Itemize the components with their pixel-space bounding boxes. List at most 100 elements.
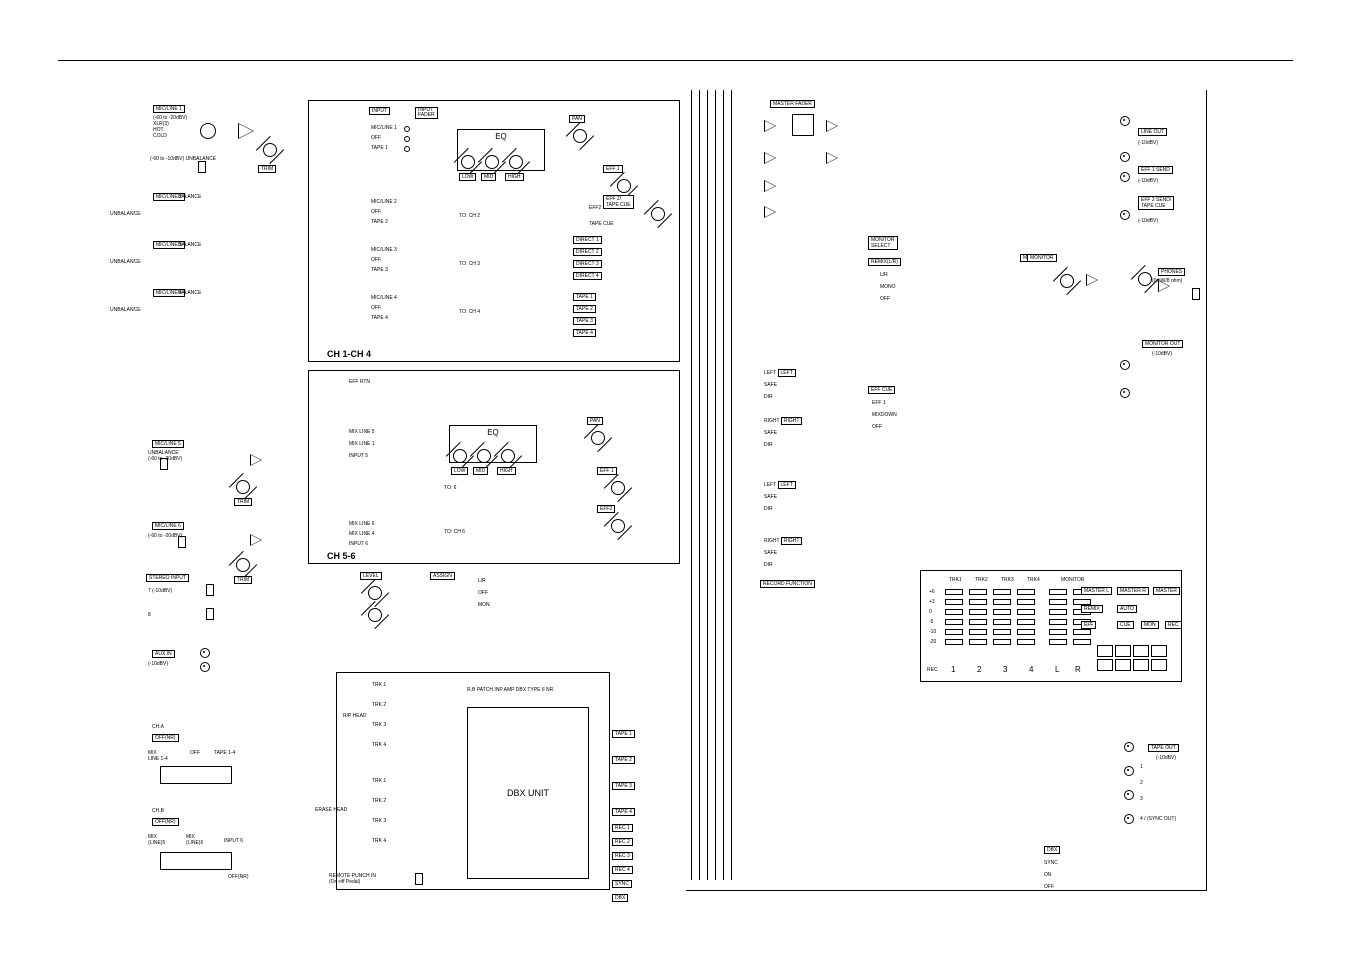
aoff: OFF (478, 590, 488, 596)
eff1-56: EFF 1 (597, 467, 617, 475)
otape2: TAPE 2 (612, 756, 635, 764)
page-rule (58, 60, 1293, 61)
eff1sendlvl: (-10dBV) (1138, 178, 1158, 184)
t4: TAPE 4 (573, 329, 596, 337)
dbxamp: R.B PATCH INP AMP DBX TYPE II NR (467, 687, 553, 693)
rf-t2s: SAFE (764, 430, 777, 436)
auxl (200, 648, 210, 658)
pan: PAN (569, 115, 585, 123)
rf-t1l: LEFT LEFT (764, 370, 796, 376)
sel-tp3: TAPE 3 (371, 267, 388, 273)
mbtn1: MASTER R (1117, 587, 1149, 595)
in5: INPUT 5 (349, 453, 368, 459)
monitorlbl: MONITOR (1027, 254, 1057, 262)
bal-3: BALANCE (178, 242, 201, 248)
out-amp-L (826, 120, 838, 132)
ml5j (160, 458, 168, 470)
eq-mid: MID (481, 173, 496, 181)
tapecue-sel-cue: TAPE CUE (589, 221, 614, 227)
lineoutL (1120, 116, 1130, 126)
input-sel: INPUT (369, 107, 390, 115)
rphead: R/P HEAD (343, 713, 367, 719)
effcue: EFF CUE (868, 386, 895, 394)
eq56l (453, 449, 467, 463)
remix: REMIX(L/R) (868, 258, 901, 266)
pan-knob (573, 129, 587, 143)
offnra: OFF(NR) (152, 734, 179, 742)
rf-t4d: DIR (764, 562, 773, 568)
ch56-title: CH 5-6 (327, 551, 356, 561)
to2 (1124, 766, 1134, 776)
lineoutlbl: LINE OUT (1138, 128, 1167, 136)
out-amp-R (826, 152, 838, 164)
orec1: REC 1 (612, 824, 633, 832)
lvlk2 (368, 608, 382, 622)
eq-low: LOW (459, 173, 476, 181)
trim5l: TRIM (234, 498, 252, 506)
rf-t3l: LEFT LEFT (764, 482, 796, 488)
unbal-4: UNBALANCE (110, 307, 141, 313)
trim6 (236, 558, 250, 572)
n1: 1 (951, 665, 955, 674)
r5: -20 (929, 639, 936, 645)
sel-tp2: TAPE 2 (371, 219, 388, 225)
offnrb: OFF(NR) (152, 818, 179, 826)
s7: (-10dBV) (152, 588, 172, 594)
mixdown: MIXDOWN (872, 412, 897, 418)
in6l: INPUT 6 (349, 541, 368, 547)
chb: CH.B (152, 808, 164, 814)
monoff: OFF (880, 296, 890, 302)
mh3: TRK3 (1001, 577, 1014, 583)
trim-1: TRIM (258, 165, 276, 173)
eff1j (1120, 172, 1130, 182)
auxin: AUX IN (152, 650, 175, 658)
schematic-root: MIC/LINE 1 (-60 to -20dBV) XLR(3) HOT CO… (0, 0, 1351, 954)
d1: DIRECT 1 (573, 236, 602, 244)
ton2: 2 (1140, 780, 1143, 786)
chasw (160, 766, 232, 784)
ton1: 1 (1140, 764, 1143, 770)
t2: TAPE 2 (573, 305, 596, 313)
mh1: TRK1 (949, 577, 962, 583)
offnrc: OFF(NR) (228, 874, 249, 880)
mfblock (792, 114, 814, 136)
r4: -10 (929, 629, 936, 635)
effrtn: EFF RTN (349, 379, 370, 385)
monoutR (1120, 388, 1130, 398)
sel-ml4: MIC/LINE 4 (371, 295, 397, 301)
sel-ml2: MIC/LINE 2 (371, 199, 397, 205)
sw-a (404, 126, 410, 132)
lineoutR (1120, 152, 1130, 162)
eq56h (501, 449, 515, 463)
sw-c (404, 146, 410, 152)
ml5lbl: MIC/LINE 5 (152, 440, 184, 448)
mix14: MIX LINE 1-4 (148, 750, 168, 762)
monamp1 (1086, 274, 1098, 286)
r0: +6 (929, 589, 935, 595)
mbtn3: EFF (1081, 621, 1096, 629)
fader-sel: INPUT FADER (415, 107, 438, 119)
s8j (206, 608, 214, 620)
sel-off4: OFF (371, 305, 381, 311)
phoneslbl: PHONES (1158, 268, 1185, 276)
tapecue-sel-eff2: EFF2 (589, 205, 601, 211)
mbtn4: CUE (1117, 621, 1134, 629)
tapeoutline: TAPE OUT (1148, 744, 1179, 752)
monk2 (1138, 272, 1152, 286)
jack-1b (198, 161, 206, 173)
r1: +3 (929, 599, 935, 605)
orec4: REC 4 (612, 866, 633, 874)
eff2sendl: EFF 2 SEND/ TAPE CUE (1138, 196, 1174, 210)
eff1-knob (617, 179, 631, 193)
sel-tp1: TAPE 1 (371, 145, 388, 151)
mb2 (1115, 645, 1131, 657)
mb4 (1151, 645, 1167, 657)
mbtna: AUTO (1117, 605, 1137, 613)
ton4: 4 / (SYNC OUT) (1140, 816, 1176, 822)
phonej (1192, 288, 1200, 300)
trk4: TRK 4 (372, 742, 386, 748)
mb3 (1133, 645, 1149, 657)
rf-t2r: RIGHT RIGHT (764, 418, 802, 424)
odbx: DBX (612, 894, 628, 902)
eq-high-knob (509, 155, 523, 169)
